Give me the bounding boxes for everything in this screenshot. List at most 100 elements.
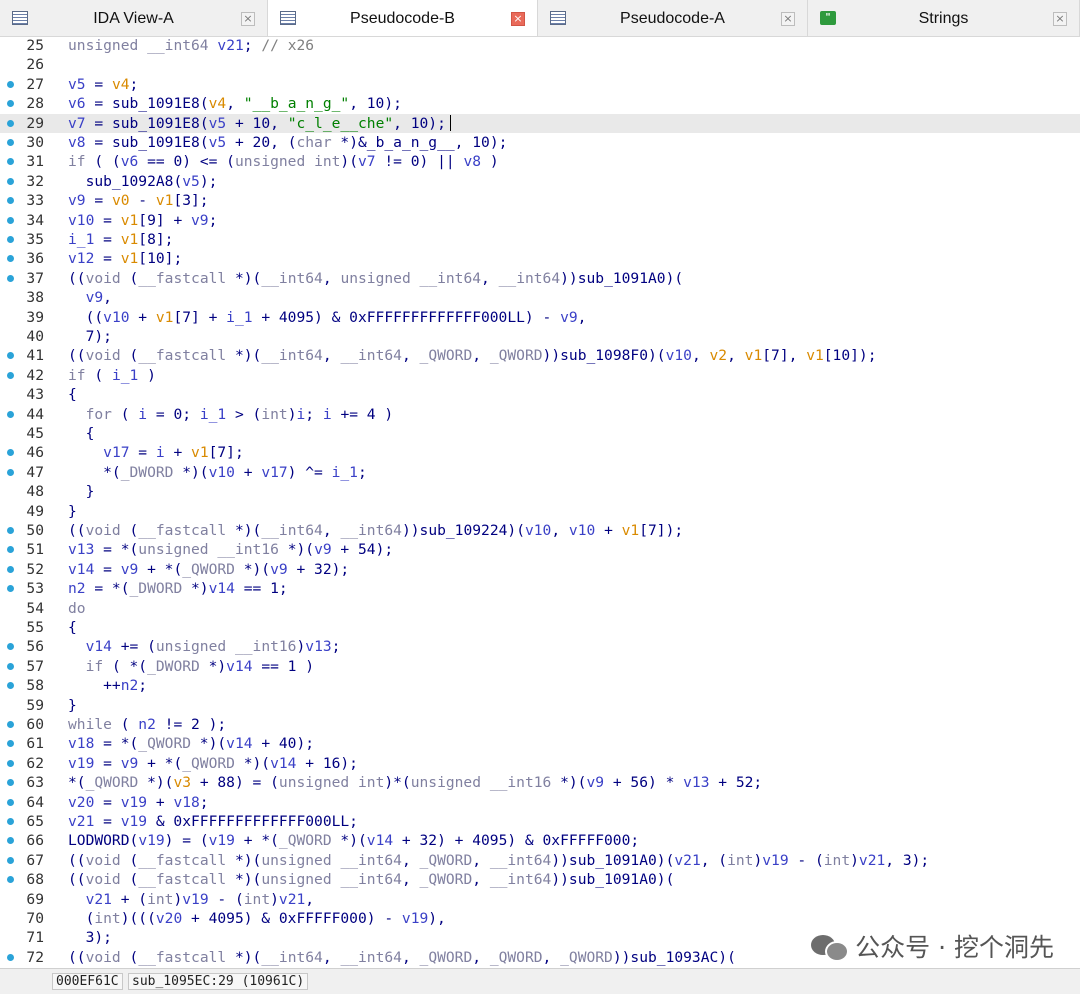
- code-line[interactable]: 61 v18 = *(_QWORD *)(v14 + 40);: [0, 734, 1080, 753]
- line-number: 64: [26, 793, 44, 811]
- line-number: 25: [26, 37, 44, 54]
- code-line[interactable]: 31 if ( (v6 == 0) <= (unsigned int)(v7 !=…: [0, 152, 1080, 171]
- tab-strings[interactable]: " Strings ×: [808, 0, 1080, 36]
- code-line[interactable]: 33 v9 = v0 - v1[3];: [0, 191, 1080, 210]
- line-number: 69: [26, 890, 44, 908]
- code-text: v18 = *(_QWORD *)(v14 + 40);: [68, 735, 315, 753]
- pseudocode-view[interactable]: 25 unsigned __int64 v21; // x26 26 27 v5 = v…: [0, 36, 1080, 968]
- code-line[interactable]: 53 n2 = *(_DWORD *)v14 == 1;: [0, 579, 1080, 598]
- line-number: 46: [26, 444, 44, 462]
- code-line[interactable]: 43 {: [0, 385, 1080, 404]
- code-text: v13 = *(unsigned __int16 *)(v9 + 54);: [68, 541, 394, 559]
- line-number: 29: [26, 114, 44, 132]
- code-line[interactable]: 55 {: [0, 618, 1080, 637]
- line-number: 65: [26, 813, 44, 830]
- code-line[interactable]: 37 ((void (__fastcall *)(__int64, unsigne…: [0, 269, 1080, 288]
- code-line[interactable]: 36 v12 = v1[10];: [0, 249, 1080, 268]
- code-line[interactable]: 64 v20 = v19 + v18;: [0, 793, 1080, 812]
- code-line[interactable]: 38 v9,: [0, 288, 1080, 307]
- line-number: 31: [26, 153, 44, 171]
- status-bar: 000EF61C sub_1095EC:29 (10961C): [0, 968, 1080, 994]
- code-line[interactable]: 62 v19 = v9 + *(_QWORD *)(v14 + 16);: [0, 754, 1080, 773]
- code-line[interactable]: 47 *(_DWORD *)(v10 + v17) ^= i_1;: [0, 463, 1080, 482]
- code-line[interactable]: 66 LODWORD(v19) = (v19 + *(_QWORD *)(v14 …: [0, 831, 1080, 850]
- code-line[interactable]: 49}: [0, 502, 1080, 521]
- code-line[interactable]: 67 ((void (__fastcall *)(unsigned __int64…: [0, 851, 1080, 870]
- code-line[interactable]: 51 v13 = *(unsigned __int16 *)(v9 + 54);: [0, 540, 1080, 559]
- line-number: 33: [26, 192, 44, 210]
- tab-ida-view-a[interactable]: IDA View-A ×: [0, 0, 268, 36]
- code-line[interactable]: 40 7);: [0, 327, 1080, 346]
- code-line[interactable]: 69 v21 + (int)v19 - (int)v21,: [0, 890, 1080, 909]
- code-line[interactable]: 27 v5 = v4;: [0, 75, 1080, 94]
- code-line[interactable]: 34 v10 = v1[9] + v9;: [0, 211, 1080, 230]
- code-text: v21 = v19 & 0xFFFFFFFFFFFFF000LL;: [68, 813, 358, 830]
- pseudocode-icon: [550, 11, 566, 25]
- line-number: 42: [26, 366, 44, 384]
- code-line[interactable]: 50 ((void (__fastcall *)(__int64, __int64…: [0, 521, 1080, 540]
- code-line[interactable]: 70 (int)(((v20 + 4095) & 0xFFFFF000) - v…: [0, 909, 1080, 928]
- tab-label: Pseudocode-B: [350, 10, 455, 27]
- line-number: 27: [26, 75, 44, 93]
- line-number: 71: [26, 929, 44, 947]
- close-icon[interactable]: ×: [241, 12, 255, 26]
- close-icon[interactable]: ×: [511, 12, 525, 26]
- line-number: 43: [26, 386, 44, 404]
- line-number: 68: [26, 871, 44, 889]
- code-line[interactable]: 41 ((void (__fastcall *)(__int64, __int64…: [0, 346, 1080, 365]
- code-line[interactable]: 46 v17 = i + v1[7];: [0, 443, 1080, 462]
- code-line[interactable]: 57 if ( *(_DWORD *)v14 == 1 ): [0, 657, 1080, 676]
- code-text: ((void (__fastcall *)(__int64, __int64, …: [68, 948, 736, 966]
- line-number: 59: [26, 696, 44, 714]
- code-text: n2 = *(_DWORD *)v14 == 1;: [68, 580, 288, 598]
- tab-label: Pseudocode-A: [620, 10, 725, 27]
- code-line[interactable]: 45 {: [0, 424, 1080, 443]
- code-line[interactable]: 29 v7 = sub_1091E8(v5 + 10, "c_l_e__che",…: [0, 113, 1080, 133]
- line-number: 70: [26, 910, 44, 927]
- line-number: 51: [26, 541, 44, 559]
- code-text: v10 = v1[9] + v9;: [68, 211, 218, 229]
- code-text: ((v10 + v1[7] + i_1 + 4095) & 0xFFFFFFFF…: [68, 308, 587, 326]
- status-location: sub_1095EC:29 (10961C): [128, 973, 309, 990]
- line-number: 36: [26, 250, 44, 268]
- code-text: ++n2;: [68, 677, 148, 695]
- code-line[interactable]: 35 i_1 = v1[8];: [0, 230, 1080, 249]
- code-line[interactable]: 32 sub_1092A8(v5);: [0, 172, 1080, 191]
- close-icon[interactable]: ×: [1053, 12, 1067, 26]
- code-line[interactable]: 44 for ( i = 0; i_1 > (int)i; i += 4 ): [0, 405, 1080, 424]
- line-number: 55: [26, 619, 44, 636]
- code-line[interactable]: 25 unsigned __int64 v21; // x26: [0, 36, 1080, 55]
- line-number: 58: [26, 677, 44, 695]
- code-line[interactable]: 58 ++n2;: [0, 676, 1080, 695]
- line-number: 39: [26, 308, 44, 326]
- code-line[interactable]: 42 if ( i_1 ): [0, 366, 1080, 385]
- code-line[interactable]: 30 v8 = sub_1091E8(v5 + 20, (char *)&_b_a…: [0, 133, 1080, 152]
- code-text: }: [68, 502, 77, 520]
- code-text: 7);: [68, 328, 112, 345]
- line-number: 28: [26, 95, 44, 113]
- close-icon[interactable]: ×: [781, 12, 795, 26]
- pseudocode-icon: [280, 11, 296, 25]
- code-line[interactable]: 65 v21 = v19 & 0xFFFFFFFFFFFFF000LL;: [0, 812, 1080, 831]
- tab-pseudocode-a[interactable]: Pseudocode-A ×: [538, 0, 808, 36]
- code-line[interactable]: 39 ((v10 + v1[7] + i_1 + 4095) & 0xFFFFF…: [0, 308, 1080, 327]
- code-line[interactable]: 26: [0, 55, 1080, 74]
- code-line[interactable]: 54 do: [0, 599, 1080, 618]
- code-line[interactable]: 68 ((void (__fastcall *)(unsigned __int64…: [0, 870, 1080, 889]
- code-text: {: [68, 425, 95, 442]
- tab-pseudocode-b[interactable]: Pseudocode-B ×: [268, 0, 538, 36]
- line-number: 40: [26, 328, 44, 345]
- code-line[interactable]: 59}: [0, 696, 1080, 715]
- code-line[interactable]: 63 *(_QWORD *)(v3 + 88) = (unsigned int)*…: [0, 773, 1080, 792]
- code-line[interactable]: 52 v14 = v9 + *(_QWORD *)(v9 + 32);: [0, 560, 1080, 579]
- wechat-icon: [811, 931, 850, 962]
- line-number: 50: [26, 522, 44, 539]
- tab-label: IDA View-A: [93, 10, 174, 27]
- code-line[interactable]: 28 v6 = sub_1091E8(v4, "__b_a_n_g_", 10);: [0, 94, 1080, 113]
- code-line[interactable]: 48 }: [0, 482, 1080, 501]
- code-text: {: [68, 619, 77, 636]
- code-line[interactable]: 60 while ( n2 != 2 );: [0, 715, 1080, 734]
- code-line[interactable]: 56 v14 += (unsigned __int16)v13;: [0, 637, 1080, 656]
- code-text: i_1 = v1[8];: [68, 231, 174, 248]
- code-text: ((void (__fastcall *)(__int64, __int64))…: [68, 522, 684, 539]
